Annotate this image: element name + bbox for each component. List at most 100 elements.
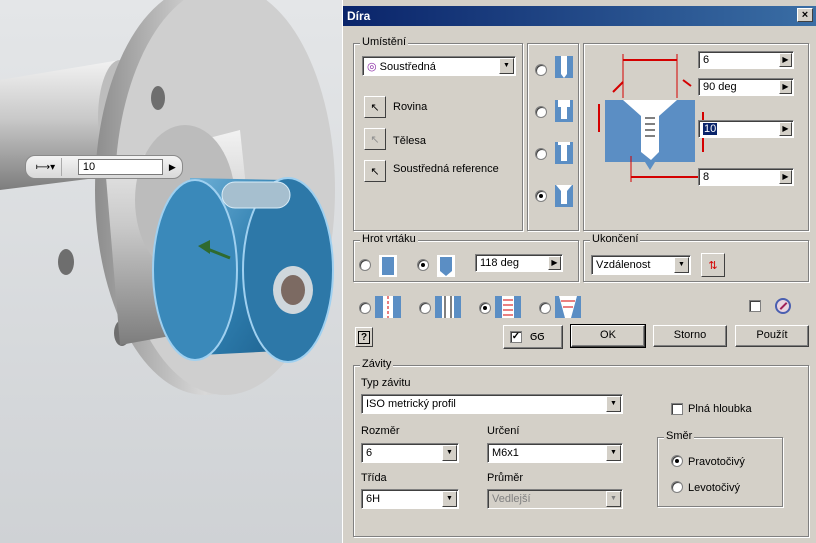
placement-type-value: Soustředná (379, 61, 436, 73)
diameter-value: Vedlejší (492, 493, 531, 505)
arrow-right-icon[interactable]: ▶ (779, 53, 792, 67)
tapped-hole-icon (495, 296, 521, 318)
flip-direction-button[interactable]: ⇅ (701, 253, 725, 277)
chevron-down-icon: ▼ (606, 396, 621, 412)
hole-depth-input[interactable]: 10 ▶ (698, 120, 794, 138)
placement-title: Umístění (360, 36, 409, 48)
hole-depth-value: 10 (703, 123, 718, 135)
size-combo[interactable]: 6 ▼ (361, 443, 459, 463)
help-button[interactable]: ? (355, 327, 373, 347)
size-value: 6 (366, 447, 373, 459)
right-hand-label: Pravotočivý (688, 456, 745, 468)
clearance-hole-icon (435, 296, 461, 318)
hole-tapped-radio[interactable] (479, 302, 491, 314)
select-reference-button[interactable]: ↖ (364, 160, 386, 182)
designation-value: M6x1 (492, 447, 519, 459)
infer-imates-checkbox[interactable] (749, 300, 761, 312)
distance-dropdown[interactable]: ⟼▾ (30, 158, 62, 176)
size-label: Rozměr (361, 425, 400, 437)
ok-button[interactable]: OK (570, 324, 646, 348)
designation-combo[interactable]: M6x1 ▼ (487, 443, 623, 463)
flip-direction-icon: ⇅ (708, 259, 718, 272)
arrow-right-icon[interactable]: ▶ (779, 80, 792, 94)
chevron-down-icon: ▼ (606, 491, 621, 507)
glasses-icon: ϭϭ (530, 328, 545, 343)
hole-taper-tapped-radio[interactable] (539, 302, 551, 314)
close-button[interactable]: × (797, 8, 813, 22)
concentric-reference-label: Soustředná reference (393, 163, 499, 175)
class-combo[interactable]: 6H ▼ (361, 489, 459, 509)
hole-clearance-radio[interactable] (419, 302, 431, 314)
cursor-icon: ↖ (370, 165, 380, 178)
hole-type-simple-radio[interactable] (535, 64, 547, 76)
thread-type-label: Typ závitu (361, 377, 411, 389)
left-hand-radio[interactable] (671, 481, 683, 493)
imate-icon[interactable] (775, 298, 791, 314)
arrow-right-icon[interactable]: ▶ (779, 122, 792, 136)
drill-point-angle-radio[interactable] (417, 259, 429, 271)
countersink-diameter-input[interactable]: 6 ▶ (698, 51, 794, 69)
shaft-model (0, 0, 335, 395)
dialog-title: Díra (347, 9, 371, 23)
hole-diameter-input[interactable]: 8 ▶ (698, 168, 794, 186)
full-depth-label: Plná hloubka (688, 403, 752, 415)
preview-toggle[interactable]: ✓ ϭϭ (503, 325, 563, 349)
select-bodies-button[interactable]: ↖ (364, 128, 386, 150)
chevron-down-icon: ▼ (606, 445, 621, 461)
concentric-icon: ◎ (367, 61, 380, 73)
cursor-icon: ↖ (370, 133, 380, 146)
class-label: Třída (361, 472, 387, 484)
termination-value: Vzdálenost (596, 259, 651, 271)
distance-icon: ⟼▾ (35, 161, 56, 173)
plane-label: Rovina (393, 101, 428, 113)
hole-dialog: Díra × Umístění ◎ Soustředná ▼ ↖ Rovina … (342, 0, 816, 543)
angle-point-icon (437, 255, 455, 277)
hole-type-spotface-radio[interactable] (535, 148, 547, 160)
apply-button[interactable]: Použít (735, 325, 809, 347)
drill-point-angle-value: 118 deg (480, 257, 519, 269)
hole-type-countersink-radio[interactable] (535, 190, 547, 202)
drilled-hole-icon (375, 296, 401, 318)
help-icon: ? (357, 330, 371, 344)
chevron-down-icon: ▼ (499, 58, 514, 74)
termination-combo[interactable]: Vzdálenost ▼ (591, 255, 691, 275)
right-hand-radio[interactable] (671, 455, 683, 467)
hole-diameter-value: 8 (703, 171, 710, 183)
arrow-right-icon[interactable]: ▶ (548, 256, 561, 270)
left-hand-label: Levotočivý (688, 482, 740, 494)
direction-title: Směr (664, 430, 695, 442)
full-depth-checkbox[interactable] (671, 403, 683, 415)
model-viewport[interactable]: ⟼▾ 10 ▶ (0, 0, 342, 543)
class-value: 6H (366, 493, 381, 505)
thread-type-value: ISO metrický profil (366, 398, 456, 410)
dialog-titlebar: Díra × (343, 6, 816, 26)
thread-type-combo[interactable]: ISO metrický profil ▼ (361, 394, 623, 414)
chevron-down-icon: ▼ (442, 491, 457, 507)
select-plane-button[interactable]: ↖ (364, 96, 386, 118)
drill-point-flat-radio[interactable] (359, 259, 371, 271)
arrow-right-icon[interactable]: ▶ (779, 170, 792, 184)
distance-input[interactable]: 10 (77, 159, 163, 175)
taper-tapped-icon (555, 296, 581, 318)
apply-arrow-icon[interactable]: ▶ (167, 159, 178, 175)
hole-type-counterbore-radio[interactable] (535, 106, 547, 118)
countersink-diameter-value: 6 (703, 54, 710, 66)
drill-point-title: Hrot vrtáku (360, 233, 418, 245)
threads-title: Závity (360, 358, 394, 370)
direction-group: Směr (657, 430, 783, 507)
chevron-down-icon: ▼ (674, 257, 689, 273)
diameter-label: Průměr (487, 472, 524, 484)
countersink-angle-input[interactable]: 90 deg ▶ (698, 78, 794, 96)
countersink-angle-value: 90 deg (703, 81, 737, 93)
simple-hole-icon (555, 56, 573, 78)
placement-type-combo[interactable]: ◎ Soustředná ▼ (362, 56, 516, 76)
designation-label: Určení (487, 425, 520, 437)
countersink-icon (555, 185, 573, 207)
drill-point-angle-input[interactable]: 118 deg ▶ (475, 254, 563, 272)
preview-checkbox[interactable]: ✓ (510, 331, 522, 343)
countersink-dimension-diagram (598, 54, 704, 182)
chevron-down-icon: ▼ (442, 445, 457, 461)
hole-simple-radio[interactable] (359, 302, 371, 314)
cancel-button[interactable]: Storno (653, 325, 727, 347)
mini-toolbar: ⟼▾ 10 ▶ (25, 155, 183, 179)
